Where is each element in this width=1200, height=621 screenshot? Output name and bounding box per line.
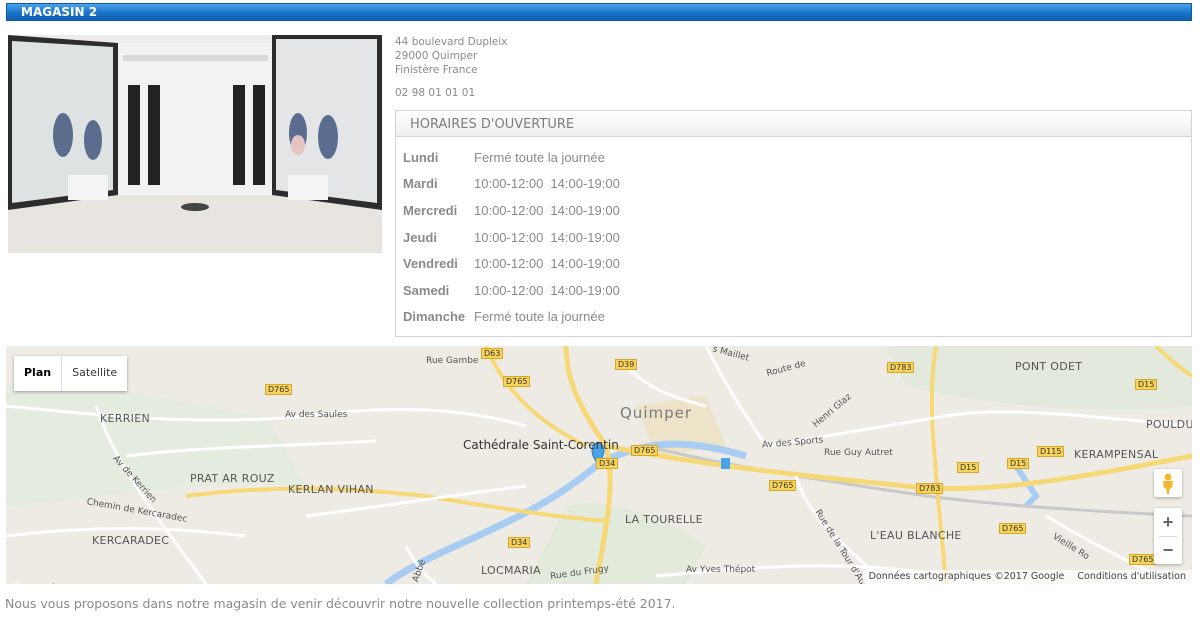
- map-label-locmaria: LOCMARIA: [481, 564, 541, 577]
- hours-slot: 14:00-19:00: [550, 282, 620, 298]
- hours-row: Dimanche Fermé toute la journée: [403, 304, 627, 331]
- road-badge: D15: [1007, 458, 1030, 469]
- zoom-in-button[interactable]: +: [1154, 508, 1182, 536]
- hours-slot: 10:00-12:00: [474, 202, 544, 218]
- day-label: Vendredi: [403, 256, 458, 272]
- hours-slot: 10:00-12:00: [474, 176, 544, 192]
- hours-row: Samedi 10:00-12:00 14:00-19:00: [403, 277, 627, 304]
- hours-row: Vendredi 10:00-12:00 14:00-19:00: [403, 250, 627, 277]
- map-label-kerampensal: KERAMPENSAL: [1074, 448, 1159, 461]
- address-line-2: 29000 Quimper: [395, 50, 478, 62]
- road-badge: D15: [957, 462, 980, 473]
- hours-slot: Fermé toute la journée: [474, 149, 605, 165]
- road-badge: D63: [481, 348, 504, 359]
- hours-slot: 14:00-19:00: [550, 229, 620, 245]
- street-view-pegman-icon[interactable]: [1154, 469, 1182, 497]
- store-address: 44 boulevard Dupleix 29000 Quimper Finis…: [395, 35, 508, 77]
- day-label: Lundi: [403, 149, 439, 165]
- map-label-pouldu: POULDU: [1146, 418, 1192, 431]
- address-line-3: Finistère France: [395, 64, 478, 76]
- hours-slot: Fermé toute la journée: [474, 309, 605, 325]
- hours-slot: 10:00-12:00: [474, 282, 544, 298]
- map-data-credit: Données cartographiques ©2017 Google: [868, 571, 1065, 582]
- road-badge: D34: [596, 458, 619, 469]
- map-attribution: Données cartographiques ©2017 Google Con…: [862, 570, 1192, 584]
- store-title: MAGASIN 2: [21, 5, 98, 19]
- store-description: Nous vous proposons dans notre magasin d…: [5, 596, 676, 611]
- map-label-pont-odet: PONT ODET: [1015, 360, 1083, 373]
- map-type-control: Plan Satellite: [14, 356, 128, 391]
- map-label-kerrien: KERRIEN: [100, 412, 150, 425]
- hours-slot: 14:00-19:00: [550, 176, 620, 192]
- map-type-plan-button[interactable]: Plan: [14, 356, 63, 391]
- hours-slot: 14:00-19:00: [550, 202, 620, 218]
- hours-slot: 10:00-12:00: [474, 229, 544, 245]
- road-badge: D765: [769, 480, 797, 491]
- hours-row: Mardi 10:00-12:00 14:00-19:00: [403, 171, 627, 198]
- road-badge: D765: [265, 384, 293, 395]
- opening-hours-table: Lundi Fermé toute la journée Mardi 10:00-1…: [403, 144, 627, 330]
- road-badge: D15: [1135, 379, 1158, 390]
- road-badge: D765: [503, 376, 531, 387]
- map-terms-link[interactable]: Conditions d'utilisation: [1077, 571, 1186, 582]
- map-street-rue-gambetta: Rue Gambe: [426, 356, 479, 366]
- hours-row: Mercredi 10:00-12:00 14:00-19:00: [403, 197, 627, 224]
- road-badge: D115: [1037, 446, 1065, 457]
- map-street-av-des-saules: Av des Saules: [285, 410, 348, 420]
- road-badge: D39: [615, 359, 638, 370]
- map-street-av-yves-thepot: Av Yves Thépot: [686, 565, 756, 575]
- road-badge: D765: [1129, 554, 1157, 565]
- day-label: Jeudi: [403, 229, 437, 245]
- store-map[interactable]: Quimper Cathédrale Saint-Corentin KERRIE…: [6, 346, 1192, 584]
- day-label: Dimanche: [403, 309, 466, 325]
- store-photo: [8, 35, 382, 253]
- road-badge: D783: [887, 362, 915, 373]
- opening-hours-title: HORAIRES D'OUVERTURE: [396, 111, 1191, 137]
- hours-row: Lundi Fermé toute la journée: [403, 144, 627, 171]
- road-badge: D34: [508, 537, 531, 548]
- store-title-bar: MAGASIN 2: [6, 3, 1192, 21]
- svg-text:Google: Google: [10, 582, 64, 584]
- day-label: Samedi: [403, 282, 450, 298]
- zoom-out-button[interactable]: −: [1154, 536, 1182, 564]
- store-phone: 02 98 01 01 01: [395, 87, 476, 99]
- road-badge: D783: [916, 483, 944, 494]
- zoom-control: + −: [1154, 508, 1182, 564]
- road-badge: D765: [631, 445, 659, 456]
- map-type-satellite-button[interactable]: Satellite: [62, 356, 127, 391]
- road-badge: D765: [999, 523, 1027, 534]
- map-street-rue-guy-autret: Rue Guy Autret: [824, 448, 893, 458]
- map-label-leau-blanche: L'EAU BLANCHE: [870, 529, 962, 542]
- day-label: Mardi: [403, 176, 438, 192]
- map-label-kercaradec: KERCARADEC: [92, 534, 170, 547]
- hours-slot: 10:00-12:00: [474, 256, 544, 272]
- map-label-la-tourelle: LA TOURELLE: [625, 513, 703, 526]
- map-label-cathedrale: Cathédrale Saint-Corentin: [463, 438, 619, 452]
- map-label-prat-ar-rouz: PRAT AR ROUZ: [190, 472, 275, 485]
- opening-hours-panel: HORAIRES D'OUVERTURE Lundi Fermé toute la…: [395, 110, 1192, 337]
- map-label-quimper: Quimper: [620, 404, 693, 422]
- zoom-divider: [1159, 536, 1177, 537]
- address-line-1: 44 boulevard Dupleix: [395, 36, 508, 48]
- map-label-kerlan-vihan: KERLAN VIHAN: [288, 483, 374, 496]
- day-label: Mercredi: [403, 202, 458, 218]
- hours-slot: 14:00-19:00: [550, 256, 620, 272]
- hours-row: Jeudi 10:00-12:00 14:00-19:00: [403, 224, 627, 251]
